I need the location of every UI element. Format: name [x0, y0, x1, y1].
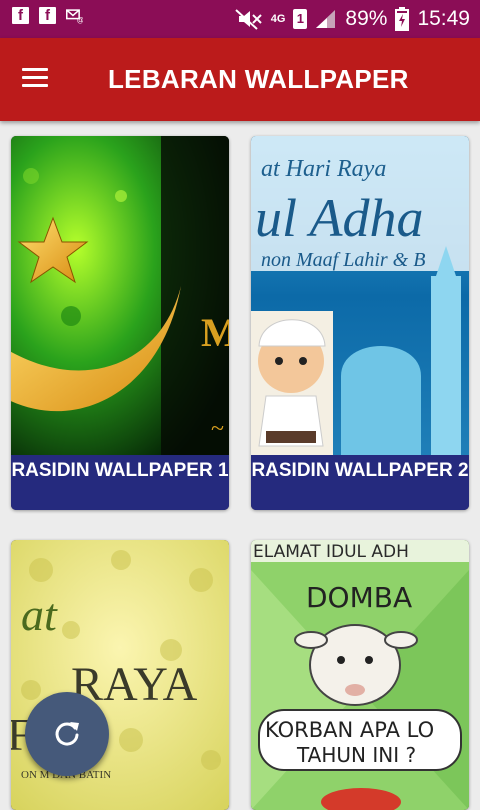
email-notification-icon: @ — [66, 9, 83, 24]
notification-icons: f f @ — [12, 7, 83, 24]
app-bar: LEBARAN WALLPAPER — [0, 38, 480, 121]
menu-icon — [22, 84, 48, 87]
facebook-notification-icon: f — [39, 7, 56, 24]
signal-icon — [316, 10, 336, 28]
battery-percentage: 89% — [345, 7, 388, 30]
menu-icon — [22, 76, 48, 79]
image-text-line: ul Adha — [255, 188, 424, 248]
app-title: LEBARAN WALLPAPER — [108, 64, 409, 94]
sim-slot-icon: 1 — [293, 9, 308, 29]
menu-icon — [22, 68, 48, 71]
hamburger-menu-button[interactable] — [20, 66, 52, 92]
image-text-line: at Hari Raya — [261, 156, 386, 182]
clock: 15:49 — [417, 7, 470, 30]
network-type-label: 4G — [270, 12, 286, 25]
wallpaper-thumbnail-2: at Hari Raya ul Adha non Maaf Lahir & B — [251, 136, 469, 456]
wallpaper-card-2[interactable]: at Hari Raya ul Adha non Maaf Lahir & B … — [251, 136, 469, 510]
image-text-line: ELAMAT IDUL ADH — [253, 542, 409, 562]
svg-text:M: M — [201, 310, 229, 355]
image-text-line: KORBAN APA LO — [265, 718, 434, 742]
wallpaper-caption-1: RASIDIN WALLPAPER 1 — [11, 455, 229, 510]
svg-text:~: ~ — [211, 416, 224, 442]
image-text-line: non Maaf Lahir & B — [261, 249, 425, 271]
wallpaper-card-4[interactable]: ELAMAT IDUL ADH DOMBA KORBAN APA LO TAHU… — [251, 540, 469, 810]
svg-text:@: @ — [77, 17, 83, 24]
image-text-line: TAHUN INI ? — [296, 743, 416, 767]
image-text-line: DOMBA — [306, 581, 412, 614]
system-icons: 4G 1 89% 15:49 — [235, 5, 470, 33]
wallpaper-thumbnail-1: M ~ — [11, 136, 229, 456]
wallpaper-thumbnail-4: ELAMAT IDUL ADH DOMBA KORBAN APA LO TAHU… — [251, 540, 469, 810]
status-bar: f f @ 4G 1 89% 15:49 — [0, 0, 480, 38]
mute-icon — [235, 9, 262, 30]
facebook-notification-icon: f — [12, 7, 29, 24]
image-text-line: at — [21, 589, 58, 640]
wallpaper-card-1[interactable]: M ~ RASIDIN WALLPAPER 1 — [11, 136, 229, 510]
refresh-fab[interactable] — [25, 692, 109, 776]
wallpaper-caption-2: RASIDIN WALLPAPER 2 — [251, 455, 469, 510]
refresh-icon — [55, 722, 79, 746]
battery-charging-icon — [395, 7, 410, 31]
